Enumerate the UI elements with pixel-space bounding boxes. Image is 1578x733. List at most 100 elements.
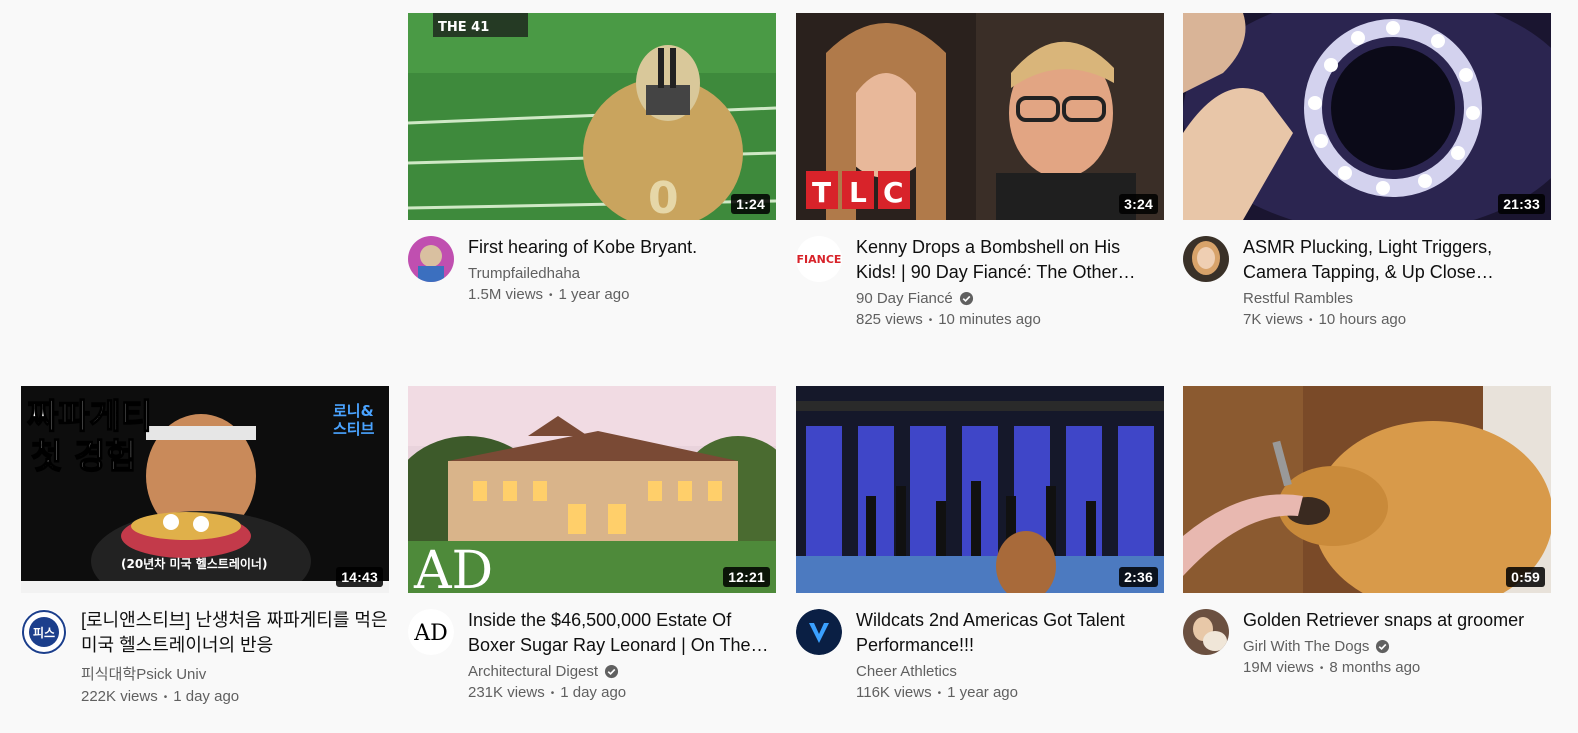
video-stats: 1.5M views • 1 year ago: [468, 286, 776, 303]
separator-dot: •: [1319, 662, 1324, 674]
view-count: 19M views: [1243, 659, 1314, 676]
verified-icon: [605, 664, 619, 679]
dog-thumbnail-image: [1183, 386, 1551, 593]
upload-age: 1 year ago: [947, 684, 1018, 701]
view-count: 116K views: [856, 684, 932, 701]
channel-avatar[interactable]: [1183, 236, 1229, 282]
svg-text:C: C: [883, 176, 904, 209]
video-card[interactable]: T L C 3:24 FIANCE Kenny Drops a Bombshel…: [796, 13, 1164, 328]
channel-name[interactable]: Girl With The Dogs: [1243, 638, 1551, 655]
upload-age: 1 day ago: [560, 684, 627, 701]
video-thumbnail[interactable]: 짜파게티 첫 경험 로니& 스티브 (20년차 미국 헬스트레이너) 14:43: [21, 386, 389, 593]
video-stats: 19M views • 8 months ago: [1243, 659, 1551, 676]
video-thumbnail[interactable]: 0 THE 41 1:24: [408, 13, 776, 220]
video-thumbnail[interactable]: 0:59: [1183, 386, 1551, 593]
channel-name-text[interactable]: Architectural Digest: [468, 663, 598, 680]
channel-name-text[interactable]: Trumpfailedhaha: [468, 265, 580, 282]
football-thumbnail-image: 0 THE 41: [408, 13, 776, 220]
view-count: 7K views: [1243, 311, 1304, 328]
verified-icon: [959, 291, 973, 306]
video-card[interactable]: 2:36 Wildcats 2nd Americas Got Talent Pe…: [796, 386, 1164, 701]
video-stats: 222K views • 1 day ago: [81, 688, 389, 705]
video-title[interactable]: First hearing of Kobe Bryant.: [468, 235, 776, 260]
overlay-caption: (20년차 미국 헬스트레이너): [121, 556, 267, 571]
svg-text:L: L: [849, 176, 867, 209]
svg-text:짜파게티: 짜파게티: [27, 397, 152, 437]
channel-avatar[interactable]: AD: [408, 609, 454, 655]
video-stats: 825 views • 10 minutes ago: [856, 311, 1164, 328]
video-stats: 7K views • 10 hours ago: [1243, 311, 1551, 328]
video-title[interactable]: Golden Retriever snaps at groomer: [1243, 608, 1551, 633]
video-duration: 2:36: [1119, 567, 1158, 587]
video-card[interactable]: 짜파게티 첫 경험 로니& 스티브 (20년차 미국 헬스트레이너) 14:43…: [21, 386, 389, 705]
svg-text:스티브: 스티브: [333, 420, 375, 438]
avatar-text: FIANCE: [797, 253, 842, 266]
channel-name[interactable]: Trumpfailedhaha: [468, 265, 776, 282]
video-duration: 14:43: [336, 567, 383, 587]
video-card[interactable]: AD 12:21 AD Inside the $46,500,000 Estat…: [408, 386, 776, 701]
channel-name[interactable]: 90 Day Fiancé: [856, 290, 1164, 307]
korean-food-thumbnail-image: 짜파게티 첫 경험 로니& 스티브 (20년차 미국 헬스트레이너): [21, 386, 389, 593]
avatar-text: AD: [413, 621, 448, 646]
cheer-thumbnail-image: [796, 386, 1164, 593]
video-title[interactable]: Inside the $46,500,000 Estate Of Boxer S…: [468, 608, 776, 658]
separator-dot: •: [928, 314, 933, 326]
view-count: 222K views: [81, 688, 158, 705]
video-thumbnail[interactable]: T L C 3:24: [796, 13, 1164, 220]
video-title[interactable]: [로니앤스티브] 난생처음 짜파게티를 먹은 미국 헬스트레이너의 반응: [81, 608, 389, 658]
channel-name-text[interactable]: Restful Rambles: [1243, 290, 1353, 307]
video-stats: 116K views • 1 year ago: [856, 684, 1164, 701]
channel-avatar[interactable]: [796, 609, 842, 655]
svg-text:0: 0: [648, 173, 679, 220]
svg-text:첫 경험: 첫 경험: [31, 437, 137, 477]
upload-age: 10 minutes ago: [938, 311, 1041, 328]
channel-name-text[interactable]: 90 Day Fiancé: [856, 290, 953, 307]
video-title[interactable]: ASMR Plucking, Light Triggers, Camera Ta…: [1243, 235, 1551, 285]
view-count: 825 views: [856, 311, 923, 328]
video-stats: 231K views • 1 day ago: [468, 684, 776, 701]
channel-name-text[interactable]: 피식대학Psick Univ: [81, 663, 206, 684]
video-title[interactable]: Kenny Drops a Bombshell on His Kids! | 9…: [856, 235, 1164, 285]
overlay-text: THE 41: [438, 20, 489, 35]
upload-age: 1 year ago: [558, 286, 630, 303]
avatar-text: 피스: [33, 625, 55, 640]
view-count: 231K views: [468, 684, 545, 701]
separator-dot: •: [937, 687, 942, 699]
upload-age: 10 hours ago: [1318, 311, 1407, 328]
video-duration: 21:33: [1498, 194, 1545, 214]
video-title[interactable]: Wildcats 2nd Americas Got Talent Perform…: [856, 608, 1164, 658]
video-duration: 12:21: [723, 567, 770, 587]
upload-age: 8 months ago: [1329, 659, 1421, 676]
channel-name[interactable]: 피식대학Psick Univ: [81, 663, 389, 684]
view-count: 1.5M views: [468, 286, 544, 303]
video-duration: 1:24: [731, 194, 770, 214]
svg-text:로니&: 로니&: [333, 402, 374, 420]
channel-name[interactable]: Architectural Digest: [468, 663, 776, 680]
asmr-thumbnail-image: [1183, 13, 1551, 220]
video-duration: 3:24: [1119, 194, 1158, 214]
channel-name-text[interactable]: Cheer Athletics: [856, 663, 957, 680]
separator-dot: •: [163, 691, 168, 703]
video-thumbnail[interactable]: AD 12:21: [408, 386, 776, 593]
channel-avatar[interactable]: [408, 236, 454, 282]
upload-age: 1 day ago: [173, 688, 240, 705]
estate-thumbnail-image: AD: [408, 386, 776, 593]
channel-name[interactable]: Restful Rambles: [1243, 290, 1551, 307]
separator-dot: •: [1309, 314, 1313, 326]
video-thumbnail[interactable]: 21:33: [1183, 13, 1551, 220]
svg-text:T: T: [812, 176, 831, 209]
separator-dot: •: [549, 289, 553, 301]
overlay-text: AD: [413, 541, 493, 593]
video-card[interactable]: 0:59 Golden Retriever snaps at groomer G…: [1183, 386, 1551, 676]
channel-name-text[interactable]: Girl With The Dogs: [1243, 638, 1369, 655]
channel-avatar[interactable]: 피스: [21, 609, 67, 655]
channel-avatar[interactable]: FIANCE: [796, 236, 842, 282]
video-thumbnail[interactable]: 2:36: [796, 386, 1164, 593]
interview-thumbnail-image: T L C: [796, 13, 1164, 220]
channel-name[interactable]: Cheer Athletics: [856, 663, 1164, 680]
video-card[interactable]: 0 THE 41 1:24 First hearing of Kobe Brya…: [408, 13, 776, 303]
channel-avatar[interactable]: [1183, 609, 1229, 655]
video-card[interactable]: 21:33 ASMR Plucking, Light Triggers, Cam…: [1183, 13, 1551, 328]
separator-dot: •: [550, 687, 555, 699]
video-duration: 0:59: [1506, 567, 1545, 587]
